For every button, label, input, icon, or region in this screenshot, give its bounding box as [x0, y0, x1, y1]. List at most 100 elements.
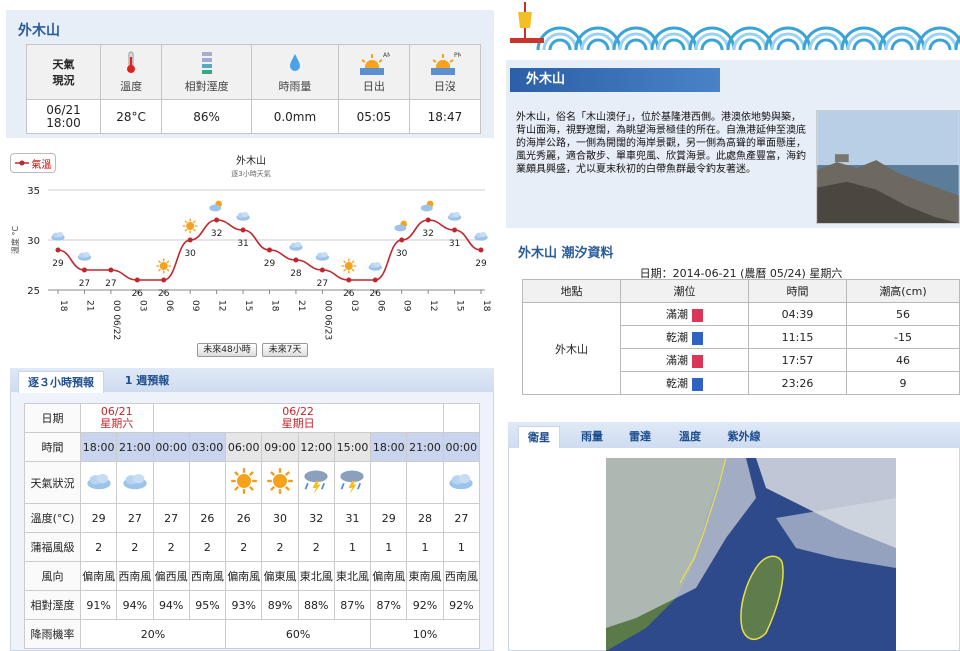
temp-cell: 32 [297, 503, 335, 533]
rain-header-label: 時雨量 [278, 79, 312, 93]
tide-header-place: 地點 [522, 279, 621, 303]
temp-cell: 26 [225, 503, 263, 533]
rain-prob-1: 20% [79, 619, 227, 649]
humidity-cell: 88% [297, 590, 335, 620]
wind-level-cell: 2 [225, 532, 263, 562]
temperature-value-label: 28 [290, 269, 302, 279]
wind-level-cell: 2 [116, 532, 154, 562]
cloudy-icon [315, 252, 330, 261]
cloudy-icon [236, 212, 250, 221]
wind-level-cell: 2 [297, 532, 335, 562]
tab-temperature[interactable]: 溫度 [670, 426, 710, 448]
time-cell: 21:00 [406, 432, 444, 462]
weekday-0622: 星期日 [281, 417, 315, 430]
temperature-value-label: 27 [79, 279, 90, 289]
sunset-header: PM 日沒 [408, 44, 482, 100]
wind-level-row-label: 蒲福風級 [24, 532, 81, 562]
temp-row: 溫度(°C) 29 27 27 26 26 30 32 31 29 28 27 [24, 503, 481, 533]
humidity-cell: 92% [406, 590, 444, 620]
tab-uv[interactable]: 紫外線 [722, 426, 766, 448]
weather-cell [79, 461, 118, 504]
wind-dir-cell: 東北風 [297, 561, 335, 591]
intro-header: 外木山 [510, 68, 720, 92]
temperature-value-label: 29 [52, 259, 64, 269]
sunset-header-label: 日沒 [433, 79, 456, 93]
temperature-value-label: 31 [449, 239, 460, 249]
sun-cloud-icon [209, 200, 222, 212]
tab-rainfall[interactable]: 雨量 [572, 426, 612, 448]
temperature-point [293, 257, 299, 263]
y-tick-label: 25 [27, 286, 40, 297]
sun-icon [341, 258, 357, 274]
weather-cell [152, 461, 190, 504]
x-tick-label: 09 [190, 300, 200, 312]
temp-cell: 31 [333, 503, 372, 533]
x-tick-label: 00 06/22 [111, 300, 121, 340]
temp-cell: 28 [406, 503, 444, 533]
temp-header-label: 溫度 [120, 79, 143, 93]
tide-header-time: 時間 [748, 279, 847, 303]
temperature-value-label: 29 [475, 259, 487, 269]
temperature-point [452, 227, 458, 233]
tab-3hour-forecast[interactable]: 逐３小時預報 [18, 371, 104, 393]
humidity-cell: 87% [333, 590, 372, 620]
wind-dir-cell: 西南風 [116, 561, 154, 591]
temperature-point [372, 277, 378, 283]
temperature-value-label: 26 [343, 289, 355, 299]
sun-cloud-icon [420, 200, 434, 212]
sun-icon [156, 258, 172, 274]
humidity-cell: 91% [79, 590, 118, 620]
tide-type: 滿潮 [620, 348, 749, 372]
weather-cell [188, 461, 227, 504]
chart-legend[interactable]: 氣溫 [10, 153, 56, 173]
wind-dir-cell: 東南風 [406, 561, 444, 591]
time-cell: 03:00 [188, 432, 227, 462]
x-tick-label: 12 [428, 300, 438, 311]
tab-satellite[interactable]: 衛星 [518, 426, 560, 448]
wind-level-cell: 2 [79, 532, 118, 562]
temperature-point [267, 247, 272, 253]
temperature-point [214, 217, 220, 223]
humidity-cell: 87% [370, 590, 408, 620]
location-title: 外木山 [18, 23, 60, 39]
time-cell: 21:00 [116, 432, 154, 462]
sunset-icon: PM [430, 52, 461, 75]
weather-cell [370, 461, 408, 504]
cloudy-icon [447, 212, 462, 221]
temp-header: 溫度 [99, 44, 163, 100]
tide-row: 外木山 滿潮 04:39 56 [522, 302, 960, 395]
temp-cell: 27 [442, 503, 481, 533]
temperature-point [319, 267, 325, 273]
high-tide-icon [692, 308, 703, 322]
current-datetime: 06/21 18:00 [26, 99, 101, 134]
tide-height: 56 [846, 302, 960, 326]
tide-place: 外木山 [522, 302, 621, 395]
weather-cell [442, 461, 481, 504]
tab-radar[interactable]: 雷達 [620, 426, 660, 448]
time-cell: 15:00 [333, 432, 372, 462]
tab-week-forecast[interactable]: 1 週預報 [112, 370, 182, 392]
rain-prob-row: 降雨機率 20% 60% 10% [24, 619, 480, 649]
header-wave-decoration [510, 2, 960, 51]
chart-title: 外木山 [236, 155, 266, 167]
svg-text:AM: AM [383, 52, 390, 59]
weather-cell [333, 461, 372, 504]
time-cell: 12:00 [297, 432, 335, 462]
temperature-value-label: 29 [264, 259, 276, 269]
date-cell-empty [442, 403, 481, 433]
temperature-value-label: 32 [211, 229, 222, 239]
tide-header-level: 潮位 [620, 279, 749, 303]
temp-cell: 27 [116, 503, 154, 533]
moon-icon [164, 470, 175, 492]
wind-dir-cell: 偏西風 [152, 561, 190, 591]
wind-level-cell: 1 [442, 532, 481, 562]
sun-icon [182, 218, 198, 234]
date-row-label: 日期 [24, 403, 81, 433]
next-7-days-button[interactable]: 未來7天 [262, 343, 308, 357]
next-48-hours-button[interactable]: 未來48小時 [197, 343, 257, 357]
legend-line-icon [14, 160, 29, 166]
moon-icon [381, 470, 393, 492]
moon-icon [200, 470, 211, 492]
humidity-row-label: 相對溼度 [24, 590, 81, 620]
wind-level-cell: 2 [261, 532, 299, 562]
